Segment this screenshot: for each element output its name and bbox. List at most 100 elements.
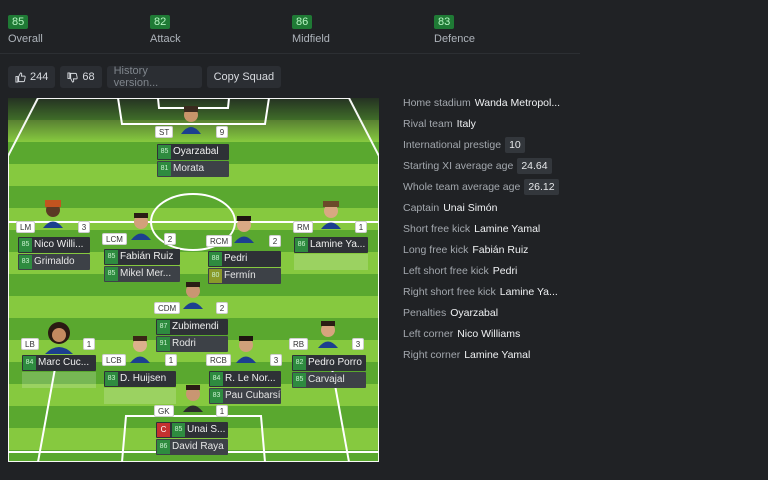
prestige-row: International prestige 10 [403, 134, 560, 155]
right-short-free-kick-label: Right short free kick [403, 285, 496, 298]
sub-count-lb: 1 [83, 338, 95, 350]
sub-name-gk: David Raya [172, 441, 224, 452]
sub-rating-lcm: 85 [105, 267, 118, 281]
defence-rating-label: Defence [434, 33, 475, 45]
sub-count-cdm: 2 [216, 302, 228, 314]
midfield-rating: 86 Midfield [292, 12, 330, 45]
starter-rating-cdm: 87 [157, 320, 170, 334]
overall-rating-label: Overall [8, 33, 43, 45]
empty-sub-slot-lb[interactable] [22, 372, 96, 388]
sub-row-st[interactable]: 81 Morata [157, 161, 229, 177]
home-stadium-row: Home stadium Wanda Metropol... [403, 92, 560, 113]
sub-rating-lm: 83 [19, 255, 32, 269]
starter-name-rcm: Pedri [224, 253, 248, 264]
sub-rating-gk: 86 [157, 440, 170, 454]
starter-rating-gk: 85 [172, 423, 185, 437]
rival-team-row: Rival team Italy [403, 113, 560, 134]
player-photo-st [179, 106, 203, 134]
starter-name-lcb: D. Huijsen [120, 373, 167, 384]
thumbs-up-icon [15, 71, 26, 83]
starter-name-cdm: Zubimendi [172, 321, 219, 332]
right-corner-value: Lamine Yamal [464, 348, 531, 361]
dislike-button[interactable]: 68 [60, 66, 102, 88]
sub-row-rcb[interactable]: 83 Pau Cubarsí [209, 388, 281, 404]
sub-count-st: 9 [216, 126, 228, 138]
sub-row-rcm[interactable]: 80 Fermín [208, 268, 281, 284]
attack-rating-label: Attack [150, 33, 181, 45]
sub-name-rcb: Pau Cubarsí [225, 390, 281, 401]
team-age-value: 26.12 [524, 178, 559, 195]
player-photo-lcb [128, 335, 152, 363]
long-free-kick-row: Long free kick Fabián Ruiz [403, 239, 560, 260]
sub-row-lm[interactable]: 83 Grimaldo [18, 254, 90, 270]
sub-row-lcm[interactable]: 85 Mikel Mer... [104, 266, 180, 282]
sub-row-cdm[interactable]: 91 Rodri [156, 336, 228, 352]
sub-name-cdm: Rodri [172, 338, 196, 349]
starter-rating-lcb: 83 [105, 372, 118, 386]
sub-row-rb[interactable]: 85 Carvajal [292, 372, 366, 388]
team-age-row: Whole team average age 26.12 [403, 176, 560, 197]
penalties-row: Penalties Oyarzabal [403, 302, 560, 323]
sub-row-gk[interactable]: 86 David Raya [156, 439, 228, 455]
left-short-free-kick-label: Left short free kick [403, 264, 489, 277]
short-free-kick-value: Lamine Yamal [474, 222, 541, 235]
starter-row-rb[interactable]: 82 Pedro Porro [292, 355, 366, 371]
team-age-label: Whole team average age [403, 180, 521, 193]
sub-rating-cdm: 91 [157, 337, 170, 351]
starter-name-lb: Marc Cuc... [38, 357, 90, 368]
starter-row-lcb[interactable]: 83 D. Huijsen [104, 371, 176, 387]
left-corner-value: Nico Williams [457, 327, 521, 340]
sub-name-rcm: Fermín [224, 270, 256, 281]
home-stadium-value: Wanda Metropol... [474, 96, 561, 109]
history-version-select[interactable]: History version... [106, 65, 202, 89]
sub-count-lm: 3 [78, 221, 90, 233]
left-short-free-kick-row: Left short free kick Pedri [403, 260, 560, 281]
position-badge-lcb: LCB [102, 354, 126, 366]
starter-row-lb[interactable]: 84 Marc Cuc... [22, 355, 96, 371]
starter-row-lcm[interactable]: 85 Fabián Ruiz [104, 249, 180, 265]
starter-name-st: Oyarzabal [173, 146, 219, 157]
player-photo-rb [316, 320, 340, 348]
long-free-kick-label: Long free kick [403, 243, 469, 256]
starter-row-rcb[interactable]: 84 R. Le Nor... [209, 371, 281, 387]
player-photo-rm [319, 201, 343, 229]
sub-name-lcm: Mikel Mer... [120, 268, 172, 279]
captain-badge: C [157, 423, 170, 437]
rival-team-label: Rival team [403, 117, 453, 130]
starter-row-lm[interactable]: 85 Nico Willi... [18, 237, 90, 253]
xi-age-label: Starting XI average age [403, 159, 514, 172]
starter-name-lm: Nico Willi... [34, 239, 84, 250]
position-badge-lm: LM [16, 221, 36, 233]
empty-sub-slot-rm[interactable] [294, 254, 368, 270]
starter-row-gk[interactable]: C 85 Unai S... [156, 422, 228, 438]
sub-name-lm: Grimaldo [34, 256, 75, 267]
overall-rating: 85 Overall [8, 12, 43, 45]
attack-rating: 82 Attack [150, 12, 181, 45]
position-badge-rm: RM [293, 221, 314, 233]
short-free-kick-row: Short free kick Lamine Yamal [403, 218, 560, 239]
like-button[interactable]: 244 [8, 66, 56, 88]
starter-rating-st: 85 [158, 145, 171, 159]
thumbs-down-icon [67, 71, 79, 83]
position-badge-cdm: CDM [154, 302, 181, 314]
starter-name-rcb: R. Le Nor... [225, 373, 276, 384]
right-short-free-kick-row: Right short free kick Lamine Ya... [403, 281, 560, 302]
history-version-placeholder: History version... [113, 65, 159, 89]
captain-label: Captain [403, 201, 440, 214]
empty-sub-slot-lcb[interactable] [104, 388, 176, 404]
starter-name-rm: Lamine Ya... [310, 239, 366, 250]
starter-row-rcm[interactable]: 88 Pedri [208, 251, 281, 267]
player-photo-rcm [232, 215, 256, 243]
starter-row-rm[interactable]: 86 Lamine Ya... [294, 237, 368, 253]
starter-rating-rcm: 88 [209, 252, 222, 266]
captain-row: Captain Unai Simón [403, 197, 560, 218]
copy-squad-button[interactable]: Copy Squad [206, 66, 282, 88]
sub-rating-rcb: 83 [210, 389, 223, 403]
player-photo-lcm [129, 212, 153, 240]
starter-rating-rb: 82 [293, 356, 306, 370]
starter-row-st[interactable]: 85 Oyarzabal [157, 144, 229, 160]
player-photo-cdm [181, 281, 205, 309]
sub-count-gk: 1 [216, 405, 228, 417]
player-photo-lm [41, 200, 65, 228]
starter-row-cdm[interactable]: 87 Zubimendi [156, 319, 228, 335]
